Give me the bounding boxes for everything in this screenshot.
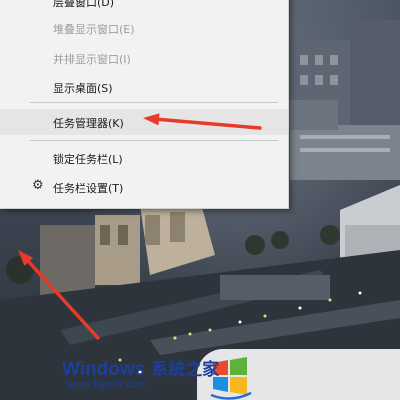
menu-item-label: 显示桌面(S) <box>53 82 113 95</box>
menu-separator <box>30 102 278 103</box>
menu-item-label: 任务栏设置(T) <box>53 182 124 195</box>
gear-icon: ⚙ <box>32 178 44 193</box>
menu-item-label: 锁定任务栏(L) <box>53 153 123 166</box>
menu-item-label: 堆叠显示窗口(E) <box>53 23 135 36</box>
menu-item-task-manager[interactable]: 任务管理器(K) <box>0 109 288 135</box>
menu-separator <box>30 140 278 141</box>
windows-logo-icon <box>210 357 252 400</box>
watermark-badge <box>197 349 400 400</box>
menu-item-label: 层叠窗口(D) <box>53 0 115 9</box>
menu-item-show-desktop[interactable]: 显示桌面(S) <box>0 74 288 100</box>
watermark-brand-cn: 系统之家 <box>151 360 220 379</box>
menu-item-cascade-windows[interactable]: 层叠窗口(D) <box>0 0 288 14</box>
menu-item-label: 并排显示窗口(I) <box>53 53 131 66</box>
watermark-title: Windows 系统之家 <box>62 355 219 381</box>
taskbar-context-menu: 层叠窗口(D) 堆叠显示窗口(E) 并排显示窗口(I) 显示桌面(S) 任务管理… <box>0 0 289 209</box>
menu-item-label: 任务管理器(K) <box>53 117 124 130</box>
menu-item-lock-taskbar[interactable]: 锁定任务栏(L) <box>0 145 288 171</box>
menu-item-stack-windows: 堆叠显示窗口(E) <box>0 15 288 41</box>
menu-item-taskbar-settings[interactable]: ⚙ 任务栏设置(T) <box>0 174 288 200</box>
watermark-url: www.bjjmlv.com <box>66 379 148 391</box>
watermark-brand: Windows <box>62 359 146 380</box>
menu-item-side-by-side-windows: 并排显示窗口(I) <box>0 45 288 71</box>
